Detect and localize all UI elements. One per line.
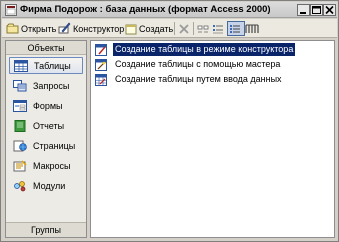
- small-icons-button[interactable]: [212, 21, 226, 36]
- list-item-label: Создание таблицы путем ввода данных: [115, 74, 282, 84]
- toolbar-separator: [193, 22, 194, 35]
- delete-button[interactable]: [178, 21, 192, 36]
- list-view-icon: [230, 24, 240, 33]
- open-icon: [6, 23, 19, 34]
- database-icon: [5, 4, 17, 16]
- details-view-icon: [245, 24, 259, 33]
- large-icons-icon: [197, 25, 209, 32]
- module-icon: [14, 180, 26, 191]
- object-list: Создание таблицы в режиме конструктора С…: [90, 40, 335, 238]
- page-icon: [13, 140, 27, 151]
- sidebar-item-forms[interactable]: Формы: [9, 97, 83, 114]
- delete-icon: [179, 23, 189, 34]
- objects-header[interactable]: Объекты: [6, 41, 86, 55]
- designer-label: Конструктор: [73, 23, 125, 34]
- create-label: Создать: [139, 23, 174, 34]
- list-view-button[interactable]: [227, 21, 245, 36]
- entry-table-icon: [95, 73, 107, 86]
- sidebar-item-label: Отчеты: [33, 120, 65, 131]
- sidebar-item-label: Модули: [33, 180, 66, 191]
- wizard-table-icon: [95, 58, 107, 71]
- details-view-button[interactable]: [245, 21, 261, 36]
- open-button[interactable]: Открыть: [6, 21, 56, 36]
- sidebar-item-modules[interactable]: Модули: [9, 177, 83, 194]
- sidebar-item-label: Запросы: [33, 80, 70, 91]
- sidebar-item-tables[interactable]: Таблицы: [9, 57, 83, 74]
- large-icons-button[interactable]: [197, 21, 211, 36]
- table-icon: [14, 59, 28, 72]
- database-window: Фирма Подорож : база данных (формат Acce…: [0, 0, 339, 242]
- list-item[interactable]: Создание таблицы путем ввода данных: [95, 73, 284, 86]
- sidebar-item-pages[interactable]: Страницы: [9, 137, 83, 154]
- minimize-button[interactable]: [297, 4, 310, 16]
- window-title: Фирма Подорож : база данных (формат Acce…: [20, 4, 271, 15]
- sidebar-item-queries[interactable]: Запросы: [9, 77, 83, 94]
- create-icon: [125, 24, 137, 34]
- toolbar: Открыть Конструктор Создать: [2, 19, 337, 38]
- maximize-icon: [312, 6, 321, 14]
- objects-pane: Объекты Таблицы Запросы Формы Отчеты Стр…: [5, 40, 87, 238]
- designer-icon: [58, 22, 71, 34]
- minimize-icon: [300, 12, 306, 14]
- design-table-icon: [95, 43, 107, 56]
- sidebar-item-label: Таблицы: [34, 60, 71, 71]
- open-label: Открыть: [21, 23, 57, 34]
- designer-button[interactable]: Конструктор: [58, 21, 124, 36]
- create-button[interactable]: Создать: [125, 21, 173, 36]
- sidebar-item-label: Макросы: [33, 160, 71, 171]
- sidebar-item-macros[interactable]: Макросы: [9, 157, 83, 174]
- groups-header[interactable]: Группы: [6, 222, 86, 237]
- title-bar[interactable]: Фирма Подорож : база данных (формат Acce…: [2, 2, 337, 18]
- close-icon: [325, 5, 334, 15]
- sidebar-item-label: Страницы: [33, 140, 76, 151]
- list-item[interactable]: Создание таблицы в режиме конструктора: [95, 43, 296, 56]
- maximize-button[interactable]: [310, 4, 323, 16]
- toolbar-separator: [174, 22, 175, 35]
- report-icon: [14, 119, 26, 132]
- form-icon: [13, 99, 27, 112]
- list-item-label: Создание таблицы с помощью мастера: [115, 59, 281, 69]
- sidebar-item-reports[interactable]: Отчеты: [9, 117, 83, 134]
- sidebar-item-label: Формы: [33, 100, 63, 111]
- query-icon: [13, 79, 27, 91]
- list-item[interactable]: Создание таблицы с помощью мастера: [95, 58, 282, 71]
- list-item-label: Создание таблицы в режиме конструктора: [113, 43, 296, 56]
- small-icons-icon: [213, 24, 223, 33]
- close-button[interactable]: [323, 4, 336, 16]
- macro-icon: [13, 159, 27, 171]
